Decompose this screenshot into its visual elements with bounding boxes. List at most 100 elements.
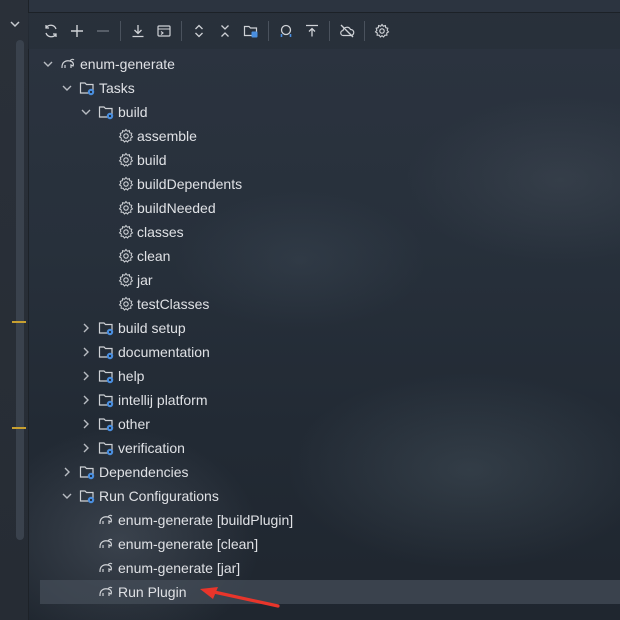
gradle-elephant-icon bbox=[99, 562, 113, 572]
tree-node-group[interactable]: verification bbox=[28, 436, 620, 460]
tree-node-run-config[interactable]: enum-generate [buildPlugin] bbox=[28, 508, 620, 532]
tree-node-group[interactable]: build setup bbox=[28, 316, 620, 340]
gradle-tree: enum-generate Tasks build assemble build… bbox=[28, 52, 620, 604]
expand-all-icon bbox=[195, 24, 203, 38]
gear-icon bbox=[118, 272, 134, 287]
toolbar-separator bbox=[120, 21, 121, 41]
left-gutter bbox=[0, 0, 29, 620]
collapse-tree-button[interactable] bbox=[299, 18, 325, 44]
task-folder-icon bbox=[98, 442, 114, 456]
chevron-down-icon[interactable] bbox=[9, 18, 21, 30]
gear-icon bbox=[118, 176, 134, 191]
chevron-right-icon[interactable] bbox=[80, 322, 92, 334]
toolbar-separator bbox=[364, 21, 365, 41]
gear-icon bbox=[118, 152, 134, 167]
chevron-down-icon[interactable] bbox=[61, 490, 73, 502]
tree-node-task[interactable]: testClasses bbox=[28, 292, 620, 316]
chevron-right-icon[interactable] bbox=[80, 346, 92, 358]
tree-label: clean bbox=[137, 248, 171, 264]
gear-icon bbox=[118, 248, 134, 263]
group-modules-button[interactable] bbox=[238, 18, 264, 44]
collapse-tree-icon bbox=[306, 24, 318, 37]
task-folder-icon bbox=[98, 346, 114, 360]
toolbar-separator bbox=[268, 21, 269, 41]
tree-label: build bbox=[118, 104, 148, 120]
collapse-all-button[interactable] bbox=[212, 18, 238, 44]
chevron-down-icon[interactable] bbox=[80, 106, 92, 118]
reload-icon bbox=[45, 24, 57, 38]
chevron-right-icon[interactable] bbox=[80, 370, 92, 382]
tree-label: classes bbox=[137, 224, 184, 240]
scroll-marker bbox=[12, 427, 26, 429]
reload-button[interactable] bbox=[38, 18, 64, 44]
tree-node-task[interactable]: clean bbox=[28, 244, 620, 268]
tree-node-run-configurations[interactable]: Run Configurations bbox=[28, 484, 620, 508]
toolbar-separator bbox=[181, 21, 182, 41]
tree-label: build bbox=[137, 152, 167, 168]
tree-node-task[interactable]: buildNeeded bbox=[28, 196, 620, 220]
tree-node-run-config-selected[interactable]: Run Plugin bbox=[40, 580, 620, 604]
tree-node-build-group[interactable]: build bbox=[28, 100, 620, 124]
chevron-right-icon[interactable] bbox=[61, 466, 73, 478]
tree-node-group[interactable]: documentation bbox=[28, 340, 620, 364]
tree-node-task[interactable]: jar bbox=[28, 268, 620, 292]
offline-mode-icon bbox=[340, 24, 355, 38]
minus-icon bbox=[97, 30, 109, 32]
gear-icon bbox=[118, 224, 134, 239]
tree-node-dependencies[interactable]: Dependencies bbox=[28, 460, 620, 484]
tree-node-run-config[interactable]: enum-generate [clean] bbox=[28, 532, 620, 556]
task-folder-icon bbox=[98, 106, 114, 120]
gear-icon bbox=[118, 128, 134, 143]
task-folder-icon bbox=[98, 322, 114, 336]
task-folder-icon bbox=[79, 82, 95, 96]
chevron-right-icon[interactable] bbox=[80, 418, 92, 430]
tree-label: enum-generate [clean] bbox=[118, 536, 259, 552]
tree-node-tasks[interactable]: Tasks bbox=[28, 76, 620, 100]
plus-icon bbox=[71, 25, 83, 37]
task-folder-icon bbox=[98, 370, 114, 384]
collapse-all-icon bbox=[221, 25, 229, 37]
settings-button[interactable] bbox=[369, 18, 395, 44]
dependencies-folder-icon bbox=[79, 466, 95, 480]
tree-node-group[interactable]: help bbox=[28, 364, 620, 388]
gear-icon bbox=[118, 200, 134, 215]
task-folder-icon bbox=[98, 418, 114, 432]
scrollbar-track[interactable] bbox=[16, 40, 24, 540]
tree-node-run-config[interactable]: enum-generate [jar] bbox=[28, 556, 620, 580]
download-icon bbox=[132, 25, 144, 38]
add-button[interactable] bbox=[64, 18, 90, 44]
project-folder-icon bbox=[243, 25, 258, 38]
tree-label: assemble bbox=[137, 128, 197, 144]
tree-label: Tasks bbox=[99, 80, 135, 96]
tree-label: help bbox=[118, 368, 145, 384]
tree-label: other bbox=[118, 416, 150, 432]
tree-node-task[interactable]: classes bbox=[28, 220, 620, 244]
remove-button[interactable] bbox=[90, 18, 116, 44]
tree-label: Dependencies bbox=[99, 464, 189, 480]
chevron-down-icon[interactable] bbox=[61, 82, 73, 94]
tree-node-group[interactable]: other bbox=[28, 412, 620, 436]
scroll-marker bbox=[12, 321, 26, 323]
analyze-dependencies-button[interactable] bbox=[273, 18, 299, 44]
run-config-folder-icon bbox=[79, 490, 95, 504]
gear-icon bbox=[118, 296, 134, 311]
tree-node-task[interactable]: assemble bbox=[28, 124, 620, 148]
tree-label: buildNeeded bbox=[137, 200, 216, 216]
run-task-button[interactable] bbox=[151, 18, 177, 44]
tree-node-project[interactable]: enum-generate bbox=[28, 52, 620, 76]
expand-all-button[interactable] bbox=[186, 18, 212, 44]
settings-icon bbox=[374, 23, 390, 38]
offline-mode-button[interactable] bbox=[334, 18, 360, 44]
chevron-right-icon[interactable] bbox=[80, 442, 92, 454]
tree-label: documentation bbox=[118, 344, 210, 360]
tree-node-task[interactable]: build bbox=[28, 148, 620, 172]
chevron-down-icon[interactable] bbox=[42, 58, 54, 70]
tree-label: Run Plugin bbox=[118, 584, 187, 600]
tree-node-task[interactable]: buildDependents bbox=[28, 172, 620, 196]
gradle-elephant-icon bbox=[99, 586, 113, 596]
download-sources-button[interactable] bbox=[125, 18, 151, 44]
gradle-elephant-icon bbox=[99, 538, 113, 548]
tree-node-group[interactable]: intellij platform bbox=[28, 388, 620, 412]
tree-label: jar bbox=[137, 272, 153, 288]
chevron-right-icon[interactable] bbox=[80, 394, 92, 406]
